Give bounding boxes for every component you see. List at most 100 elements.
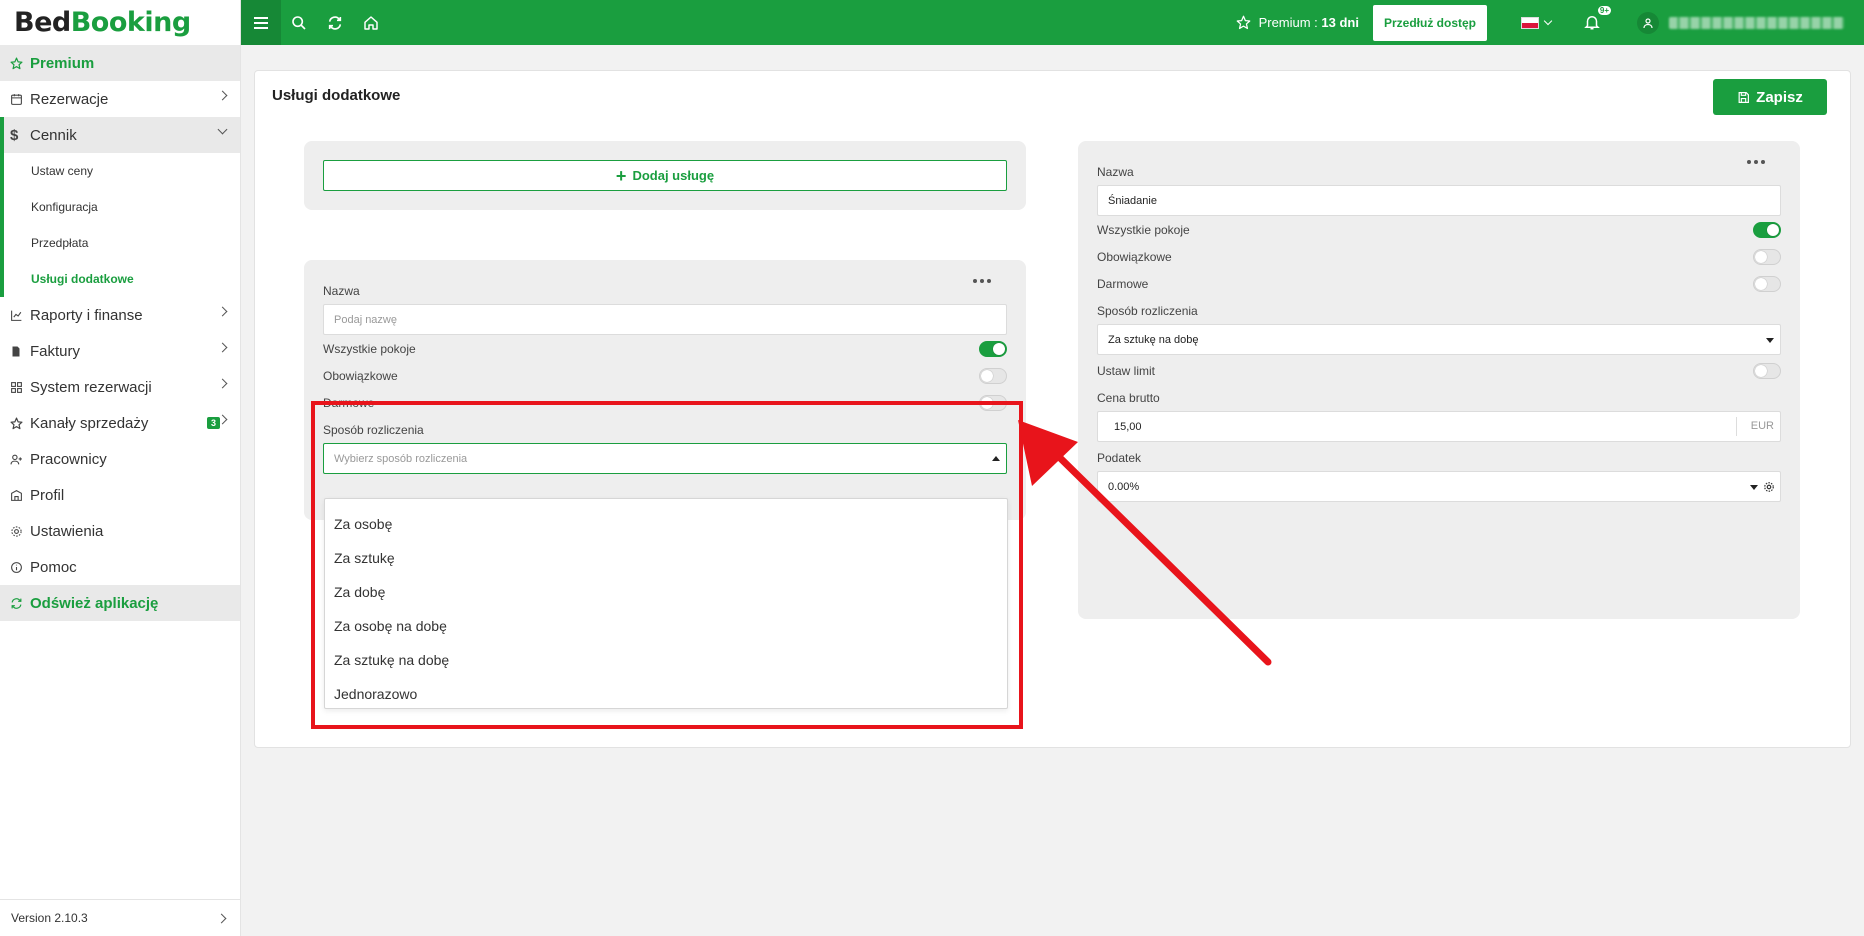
sidebar-item-label: Faktury — [30, 342, 81, 360]
invoice-icon — [10, 343, 30, 359]
all-rooms-toggle[interactable] — [979, 341, 1007, 357]
name-input[interactable]: Śniadanie — [1097, 185, 1781, 216]
top-bar-right: Premium : 13 dni Przedłuż dostęp 9+ — [1236, 0, 1864, 45]
premium-status: Premium : 13 dni — [1236, 15, 1359, 30]
bell-icon — [1584, 15, 1600, 29]
sidebar-item-label: Odśwież aplikację — [30, 594, 159, 612]
sidebar-item-kanaly-sprzedazy[interactable]: Kanały sprzedaży 3 — [0, 405, 240, 441]
caret-down-icon — [1766, 338, 1774, 343]
hamburger-icon — [254, 16, 268, 29]
add-service-panel: + Dodaj usługę — [304, 141, 1026, 210]
floppy-disk-icon — [1738, 91, 1750, 103]
version-footer[interactable]: Version 2.10.3 — [0, 899, 241, 936]
version-label: Version 2.10.3 — [11, 911, 88, 925]
reload-button[interactable] — [317, 0, 353, 45]
home-button[interactable] — [353, 0, 389, 45]
user-avatar-icon[interactable] — [1637, 11, 1659, 34]
all-rooms-label: Wszystkie pokoje — [1097, 223, 1190, 237]
sidebar-item-ustawienia[interactable]: Ustawienia — [0, 513, 240, 549]
sidebar-subitem-label: Konfiguracja — [31, 200, 98, 214]
extend-access-button[interactable]: Przedłuż dostęp — [1372, 4, 1487, 41]
home-icon — [364, 15, 378, 30]
sidebar-subitem-ustaw-ceny[interactable]: Ustaw ceny — [0, 153, 240, 189]
all-rooms-label: Wszystkie pokoje — [323, 342, 416, 356]
name-label: Nazwa — [1097, 165, 1134, 179]
chevron-down-icon[interactable] — [1543, 16, 1553, 25]
sidebar-subitem-label: Ustaw ceny — [31, 164, 94, 178]
billing-method-select[interactable]: Za sztukę na dobę — [1097, 324, 1781, 355]
add-service-button[interactable]: + Dodaj usługę — [323, 160, 1007, 191]
all-rooms-toggle[interactable] — [1753, 222, 1781, 238]
sidebar-item-label: System rezerwacji — [30, 378, 152, 396]
sidebar-item-label: Premium — [30, 54, 95, 72]
sidebar-subitem-przedplata[interactable]: Przedpłata — [0, 225, 240, 261]
info-icon — [10, 559, 30, 575]
star-icon — [1236, 15, 1250, 30]
grid-icon — [10, 379, 30, 395]
language-flag-pl-icon[interactable] — [1521, 16, 1539, 29]
sidebar-subitem-label: Przedpłata — [31, 236, 89, 250]
sidebar-subitem-label: Usługi dodatkowe — [31, 272, 134, 286]
annotation-highlight-box — [311, 401, 1023, 729]
sidebar-item-label: Ustawienia — [30, 522, 104, 540]
gear-icon[interactable] — [1763, 481, 1775, 493]
chevron-right-icon — [216, 913, 227, 924]
mandatory-toggle[interactable] — [1753, 249, 1781, 265]
save-button[interactable]: Zapisz — [1713, 79, 1827, 115]
more-options-icon[interactable] — [1747, 160, 1765, 164]
search-button[interactable] — [281, 0, 317, 45]
sidebar-item-label: Pomoc — [30, 558, 77, 576]
annotation-arrow-icon — [1018, 420, 1272, 666]
chart-icon — [10, 307, 30, 323]
sidebar-subitem-uslugi-dodatkowe[interactable]: Usługi dodatkowe — [0, 261, 240, 297]
refresh-icon — [328, 15, 342, 30]
app-logo[interactable]: Bed Booking — [0, 0, 240, 45]
free-label: Darmowe — [1097, 277, 1149, 291]
sidebar-item-raporty[interactable]: Raporty i finanse — [0, 297, 240, 333]
limit-toggle[interactable] — [1753, 363, 1781, 379]
sidebar-item-system-rezerwacji[interactable]: System rezerwacji — [0, 369, 240, 405]
sidebar: Bed Booking Premium Rezerwacje $ Cennik U… — [0, 0, 241, 936]
billing-method-label: Sposób rozliczenia — [1097, 304, 1198, 318]
notification-count-badge: 9+ — [1597, 5, 1611, 15]
sidebar-item-refresh-app[interactable]: Odśwież aplikację — [0, 585, 240, 621]
name-label: Nazwa — [323, 284, 360, 298]
star-icon — [10, 55, 30, 71]
sidebar-item-label: Profil — [30, 486, 65, 504]
notifications-button[interactable]: 9+ — [1583, 5, 1611, 33]
sidebar-item-cennik[interactable]: $ Cennik — [0, 117, 240, 153]
sidebar-item-pomoc[interactable]: Pomoc — [0, 549, 240, 585]
top-bar: Premium : 13 dni Przedłuż dostęp 9+ — [241, 0, 1864, 45]
free-toggle[interactable] — [1753, 276, 1781, 292]
billing-method-value: Za sztukę na dobę — [1108, 333, 1199, 346]
add-service-label: Dodaj usługę — [632, 168, 715, 183]
sidebar-item-faktury[interactable]: Faktury — [0, 333, 240, 369]
mandatory-toggle[interactable] — [979, 368, 1007, 384]
sidebar-item-pracownicy[interactable]: Pracownicy — [0, 441, 240, 477]
sidebar-item-label: Rezerwacje — [30, 90, 109, 108]
sidebar-item-profil[interactable]: Profil — [0, 477, 240, 513]
more-options-icon[interactable] — [973, 279, 991, 283]
sidebar-item-rezerwacje[interactable]: Rezerwacje — [0, 81, 240, 117]
user-name-redacted[interactable] — [1669, 16, 1844, 29]
sidebar-item-label: Pracownicy — [30, 450, 107, 468]
name-input[interactable]: Podaj nazwę — [323, 304, 1007, 335]
logo-text-booking: Booking — [70, 7, 191, 38]
save-button-label: Zapisz — [1756, 88, 1803, 106]
sidebar-item-label: Kanały sprzedaży — [30, 414, 149, 432]
caret-down-icon — [1750, 485, 1758, 490]
user-plus-icon — [10, 451, 30, 467]
sidebar-item-premium[interactable]: Premium — [0, 45, 240, 81]
premium-label: Premium : — [1258, 15, 1322, 30]
menu-toggle-button[interactable] — [241, 0, 281, 45]
sidebar-subitem-konfiguracja[interactable]: Konfiguracja — [0, 189, 240, 225]
sidebar-item-label: Raporty i finanse — [30, 306, 143, 324]
gross-price-label: Cena brutto — [1097, 391, 1160, 405]
page-title: Usługi dodatkowe — [272, 87, 401, 104]
dollar-icon: $ — [10, 126, 19, 144]
star-icon — [10, 415, 30, 431]
premium-days: 13 dni — [1321, 15, 1359, 30]
sidebar-item-label: Cennik — [30, 126, 77, 144]
building-icon — [10, 487, 30, 503]
refresh-icon — [10, 595, 30, 611]
